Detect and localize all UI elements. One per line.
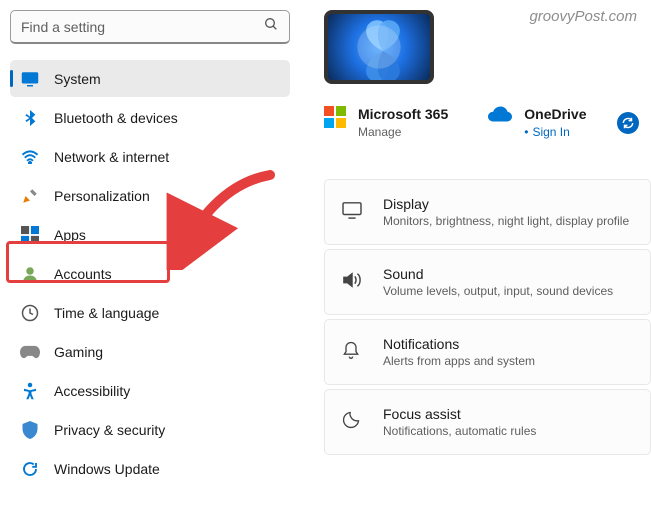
sidebar-item-label: Gaming — [54, 344, 103, 360]
display-icon — [341, 201, 363, 224]
microsoft-365-title: Microsoft 365 — [358, 106, 448, 122]
annotation-highlight-box — [6, 241, 170, 283]
card-notifications[interactable]: Notifications Alerts from apps and syste… — [324, 319, 651, 385]
card-subtitle: Monitors, brightness, night light, displ… — [383, 214, 629, 228]
sidebar-item-label: System — [54, 71, 101, 87]
network-icon — [20, 147, 40, 167]
card-focus-assist[interactable]: Focus assist Notifications, automatic ru… — [324, 389, 651, 455]
card-title: Notifications — [383, 336, 535, 352]
personalization-icon — [20, 186, 40, 206]
watermark-text: groovyPost.com — [529, 8, 637, 25]
search-input[interactable] — [21, 19, 263, 35]
onedrive-subtitle[interactable]: •Sign In — [524, 125, 586, 139]
card-subtitle: Volume levels, output, input, sound devi… — [383, 284, 613, 298]
settings-cards: Display Monitors, brightness, night ligh… — [324, 179, 651, 455]
sidebar-item-label: Network & internet — [54, 149, 169, 165]
card-sound[interactable]: Sound Volume levels, output, input, soun… — [324, 249, 651, 315]
card-subtitle: Alerts from apps and system — [383, 354, 535, 368]
annotation-arrow — [160, 170, 280, 270]
microsoft-logo-icon — [324, 106, 346, 128]
sidebar-item-gaming[interactable]: Gaming — [10, 333, 290, 370]
windows-update-icon — [20, 459, 40, 479]
sync-button[interactable] — [617, 112, 639, 134]
onedrive-icon — [488, 106, 512, 127]
card-title: Sound — [383, 266, 613, 282]
sidebar-item-bluetooth[interactable]: Bluetooth & devices — [10, 99, 290, 136]
sidebar-item-label: Windows Update — [54, 461, 160, 477]
desktop-preview-thumbnail[interactable] — [324, 10, 434, 84]
sidebar-item-label: Accessibility — [54, 383, 130, 399]
card-subtitle: Notifications, automatic rules — [383, 424, 536, 438]
time-language-icon — [20, 303, 40, 323]
sidebar-item-label: Time & language — [54, 305, 159, 321]
sidebar-item-system[interactable]: System — [10, 60, 290, 97]
notifications-icon — [341, 340, 363, 365]
bluetooth-icon — [20, 108, 40, 128]
gaming-icon — [20, 342, 40, 362]
sidebar-item-privacy-security[interactable]: Privacy & security — [10, 411, 290, 448]
card-title: Display — [383, 196, 629, 212]
microsoft-365-subtitle: Manage — [358, 125, 448, 139]
onedrive-title: OneDrive — [524, 106, 586, 122]
sound-icon — [341, 271, 363, 294]
focus-assist-icon — [341, 410, 363, 435]
accessibility-icon — [20, 381, 40, 401]
main-content: Microsoft 365 Manage OneDrive •Sign In — [300, 0, 651, 513]
search-icon — [263, 16, 279, 37]
privacy-security-icon — [20, 420, 40, 440]
card-display[interactable]: Display Monitors, brightness, night ligh… — [324, 179, 651, 245]
system-icon — [20, 69, 40, 89]
microsoft-365-account[interactable]: Microsoft 365 Manage — [324, 106, 448, 139]
card-title: Focus assist — [383, 406, 536, 422]
sidebar-item-label: Bluetooth & devices — [54, 110, 178, 126]
sidebar-item-label: Personalization — [54, 188, 150, 204]
sidebar-item-windows-update[interactable]: Windows Update — [10, 450, 290, 487]
sidebar-item-label: Privacy & security — [54, 422, 165, 438]
sidebar-item-time-language[interactable]: Time & language — [10, 294, 290, 331]
account-row: Microsoft 365 Manage OneDrive •Sign In — [324, 106, 651, 139]
onedrive-account[interactable]: OneDrive •Sign In — [488, 106, 586, 139]
sidebar-item-accessibility[interactable]: Accessibility — [10, 372, 290, 409]
search-box[interactable] — [10, 10, 290, 44]
